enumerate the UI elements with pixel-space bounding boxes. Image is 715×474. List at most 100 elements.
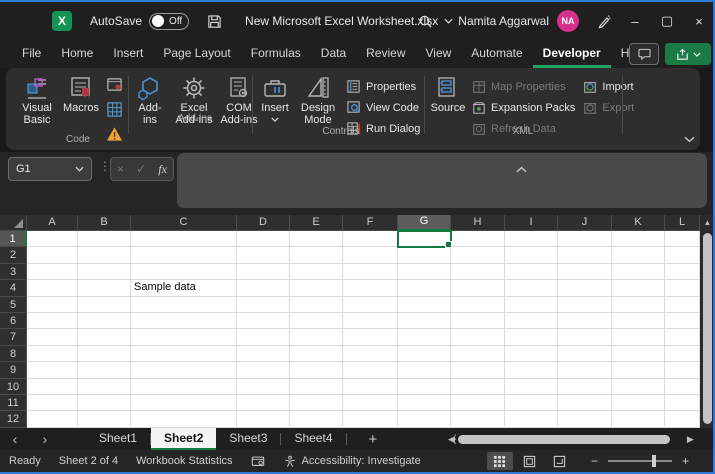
cell-J7[interactable] bbox=[558, 329, 612, 345]
editing-pen-button[interactable] bbox=[589, 6, 619, 36]
excel-logo-icon[interactable]: X bbox=[52, 11, 72, 31]
cell-H9[interactable] bbox=[451, 362, 505, 378]
tab-formulas[interactable]: Formulas bbox=[241, 40, 311, 68]
column-header-H[interactable]: H bbox=[451, 215, 505, 231]
sheet-tab-sheet4[interactable]: Sheet4 bbox=[281, 428, 345, 450]
cell-G4[interactable] bbox=[398, 280, 451, 296]
cell-K7[interactable] bbox=[612, 329, 665, 345]
cell-G9[interactable] bbox=[398, 362, 451, 378]
tab-automate[interactable]: Automate bbox=[461, 40, 532, 68]
cell-H1[interactable] bbox=[451, 231, 505, 247]
tab-insert[interactable]: Insert bbox=[103, 40, 153, 68]
cell-L6[interactable] bbox=[665, 313, 700, 329]
cell-J11[interactable] bbox=[558, 395, 612, 411]
visual-basic-button[interactable]: Visual Basic bbox=[14, 72, 60, 126]
cell-F11[interactable] bbox=[343, 395, 398, 411]
cell-L1[interactable] bbox=[665, 231, 700, 247]
row-header-9[interactable]: 9 bbox=[0, 362, 27, 378]
collapse-formula-bar-button[interactable] bbox=[516, 160, 527, 178]
cell-I7[interactable] bbox=[505, 329, 558, 345]
cell-I11[interactable] bbox=[505, 395, 558, 411]
cell-K10[interactable] bbox=[612, 379, 665, 395]
cell-D9[interactable] bbox=[237, 362, 290, 378]
save-button[interactable] bbox=[199, 6, 229, 36]
cell-C2[interactable] bbox=[131, 247, 237, 263]
cell-B9[interactable] bbox=[78, 362, 131, 378]
cell-D2[interactable] bbox=[237, 247, 290, 263]
cell-I2[interactable] bbox=[505, 247, 558, 263]
cell-H11[interactable] bbox=[451, 395, 505, 411]
cell-F6[interactable] bbox=[343, 313, 398, 329]
cell-D6[interactable] bbox=[237, 313, 290, 329]
cell-E3[interactable] bbox=[290, 264, 343, 280]
cell-J5[interactable] bbox=[558, 297, 612, 313]
zoom-slider[interactable] bbox=[608, 460, 672, 462]
horizontal-scroll-thumb[interactable] bbox=[458, 435, 670, 444]
cell-A6[interactable] bbox=[27, 313, 78, 329]
cell-B10[interactable] bbox=[78, 379, 131, 395]
cell-L10[interactable] bbox=[665, 379, 700, 395]
cell-A10[interactable] bbox=[27, 379, 78, 395]
cell-C9[interactable] bbox=[131, 362, 237, 378]
insert-function-button[interactable]: fx bbox=[158, 162, 167, 177]
tab-home[interactable]: Home bbox=[51, 40, 103, 68]
column-header-D[interactable]: D bbox=[237, 215, 290, 231]
cell-F4[interactable] bbox=[343, 280, 398, 296]
cell-A7[interactable] bbox=[27, 329, 78, 345]
cell-K9[interactable] bbox=[612, 362, 665, 378]
search-button[interactable] bbox=[410, 6, 440, 36]
cell-F5[interactable] bbox=[343, 297, 398, 313]
cell-E7[interactable] bbox=[290, 329, 343, 345]
cell-E10[interactable] bbox=[290, 379, 343, 395]
cell-C3[interactable] bbox=[131, 264, 237, 280]
cell-H7[interactable] bbox=[451, 329, 505, 345]
enter-button[interactable]: ✓ bbox=[136, 162, 146, 176]
cell-E5[interactable] bbox=[290, 297, 343, 313]
cell-B6[interactable] bbox=[78, 313, 131, 329]
cell-J9[interactable] bbox=[558, 362, 612, 378]
cell-C11[interactable] bbox=[131, 395, 237, 411]
cell-I8[interactable] bbox=[505, 346, 558, 362]
cell-K2[interactable] bbox=[612, 247, 665, 263]
cell-K4[interactable] bbox=[612, 280, 665, 296]
cell-I4[interactable] bbox=[505, 280, 558, 296]
cell-G1[interactable] bbox=[398, 231, 451, 247]
cell-A1[interactable] bbox=[27, 231, 78, 247]
cell-B2[interactable] bbox=[78, 247, 131, 263]
cell-B4[interactable] bbox=[78, 280, 131, 296]
cell-J4[interactable] bbox=[558, 280, 612, 296]
new-sheet-button[interactable]: + bbox=[369, 431, 378, 448]
cell-J3[interactable] bbox=[558, 264, 612, 280]
cell-F2[interactable] bbox=[343, 247, 398, 263]
cell-K8[interactable] bbox=[612, 346, 665, 362]
design-mode-button[interactable]: Design Mode bbox=[294, 72, 342, 126]
cell-G8[interactable] bbox=[398, 346, 451, 362]
cell-D11[interactable] bbox=[237, 395, 290, 411]
source-button[interactable]: Source bbox=[428, 72, 468, 114]
cell-K5[interactable] bbox=[612, 297, 665, 313]
column-header-J[interactable]: J bbox=[558, 215, 612, 231]
tab-file[interactable]: File bbox=[12, 40, 51, 68]
cell-H4[interactable] bbox=[451, 280, 505, 296]
scroll-left-icon[interactable]: ◀ bbox=[448, 434, 455, 445]
cell-F10[interactable] bbox=[343, 379, 398, 395]
expansion-packs-button[interactable]: Expansion Packs bbox=[472, 97, 575, 118]
cell-J2[interactable] bbox=[558, 247, 612, 263]
cell-C1[interactable] bbox=[131, 231, 237, 247]
view-code-button[interactable]: View Code bbox=[346, 97, 420, 118]
cell-H5[interactable] bbox=[451, 297, 505, 313]
cell-G5[interactable] bbox=[398, 297, 451, 313]
sheet-tab-sheet2[interactable]: Sheet2 bbox=[151, 428, 216, 450]
cell-B8[interactable] bbox=[78, 346, 131, 362]
cell-G11[interactable] bbox=[398, 395, 451, 411]
normal-view-button[interactable] bbox=[487, 452, 513, 470]
cell-A9[interactable] bbox=[27, 362, 78, 378]
cell-L7[interactable] bbox=[665, 329, 700, 345]
row-header-4[interactable]: 4 bbox=[0, 280, 27, 296]
cell-D5[interactable] bbox=[237, 297, 290, 313]
cell-B11[interactable] bbox=[78, 395, 131, 411]
cell-K11[interactable] bbox=[612, 395, 665, 411]
properties-button[interactable]: Properties bbox=[346, 76, 420, 97]
cell-I10[interactable] bbox=[505, 379, 558, 395]
use-relative-references-button[interactable] bbox=[106, 101, 123, 123]
